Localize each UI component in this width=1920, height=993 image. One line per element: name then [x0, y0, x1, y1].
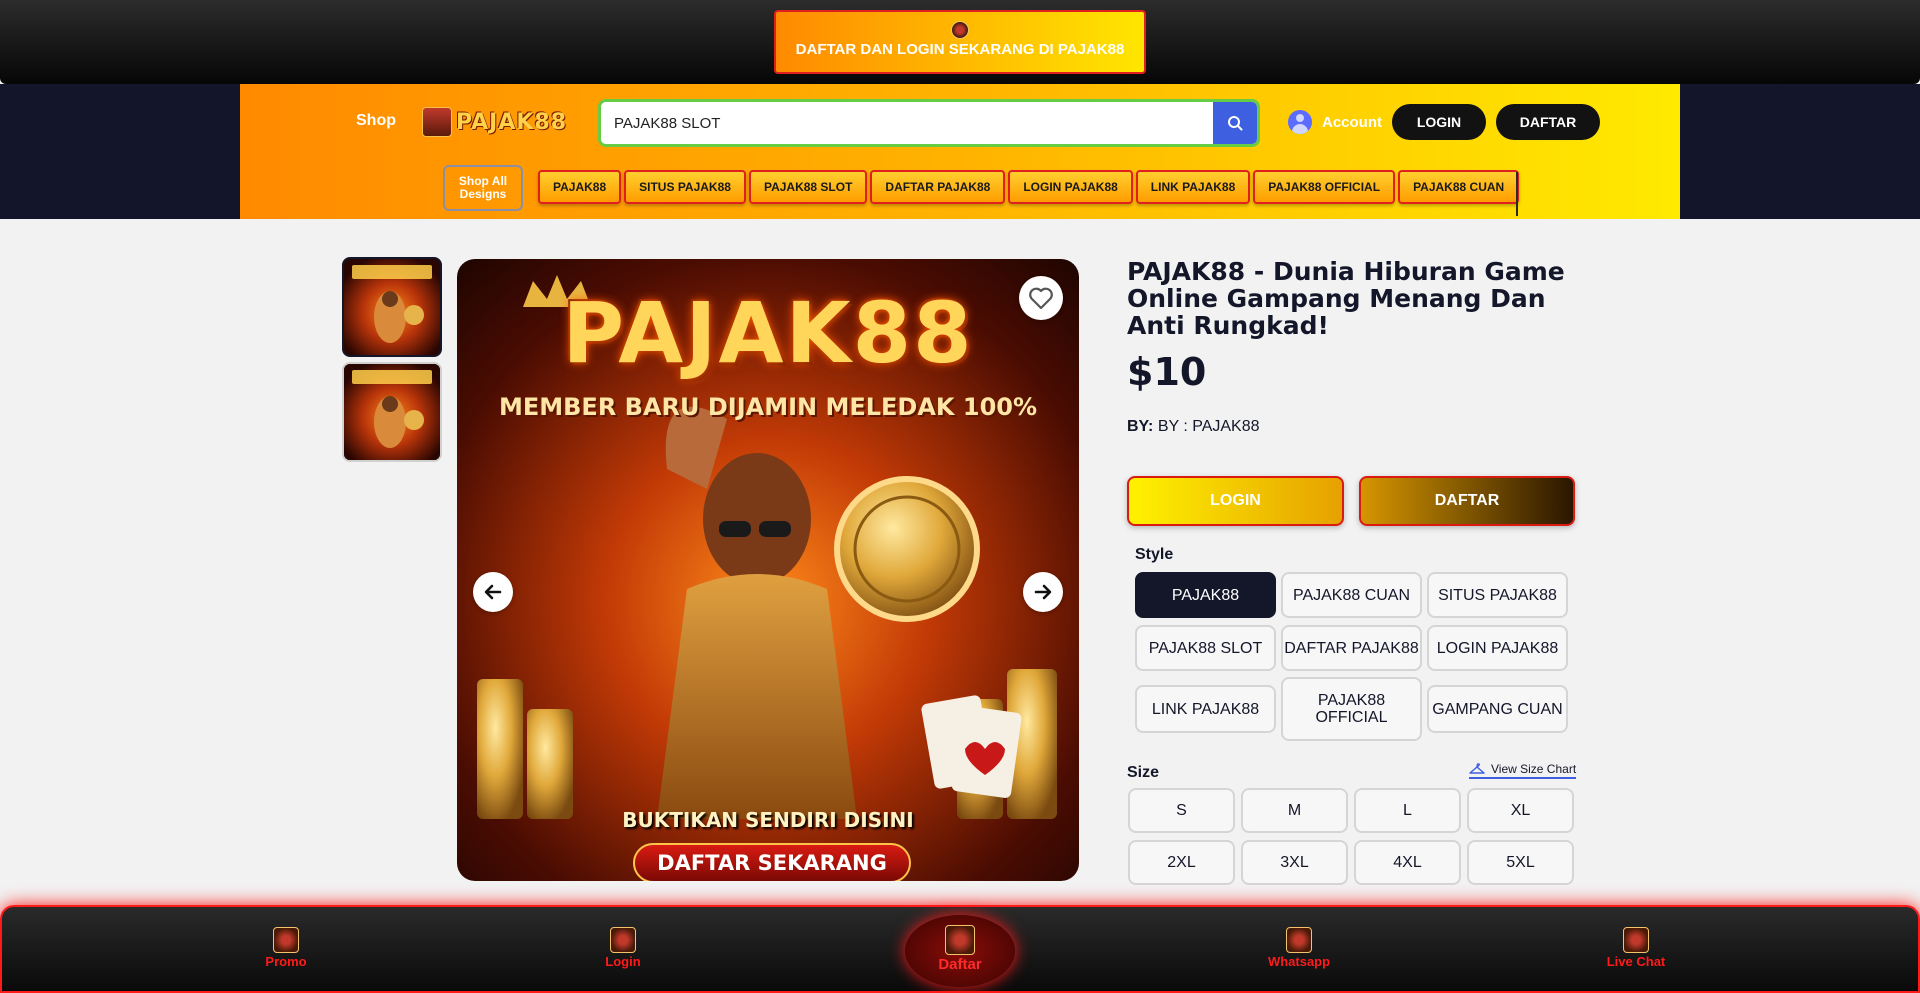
login-icon — [610, 927, 636, 953]
poster-cta: DAFTAR SEKARANG — [633, 843, 911, 881]
category-situs-pajak88[interactable]: SITUS PAJAK88 — [624, 170, 746, 204]
search-icon — [1228, 116, 1243, 131]
poster-bottom-text: BUKTIKAN SENDIRI DISINI — [622, 808, 914, 832]
byline-value: BY : PAJAK88 — [1157, 418, 1260, 435]
top-promo-text: DAFTAR DAN LOGIN SEKARANG DI PAJAK88 — [795, 41, 1125, 58]
account-label: Account — [1322, 113, 1382, 131]
bottom-nav-label: Login — [605, 954, 641, 969]
top-promo-banner[interactable]: DAFTAR DAN LOGIN SEKARANG DI PAJAK88 — [774, 10, 1146, 74]
site-header: Shop PAJAK88 Account LOGIN DAFTAR Shop A… — [240, 84, 1680, 219]
byline-label: BY: — [1127, 418, 1154, 435]
search-input[interactable] — [601, 102, 1213, 144]
style-option-gampang-cuan[interactable]: GAMPANG CUAN — [1427, 685, 1568, 733]
arrow-left-icon — [484, 584, 502, 600]
size-option-3xl[interactable]: 3XL — [1241, 840, 1348, 885]
category-link-pajak88[interactable]: LINK PAJAK88 — [1135, 170, 1251, 204]
bottom-nav-label: Whatsapp — [1267, 954, 1331, 969]
thumbnail-image — [344, 259, 440, 355]
category-pajak88-cuan[interactable]: PAJAK88 CUAN — [1398, 170, 1520, 204]
arrow-right-icon — [1034, 584, 1052, 600]
bottom-nav-daftar[interactable]: Daftar — [905, 915, 1015, 987]
category-pajak88[interactable]: PAJAK88 — [538, 170, 622, 204]
header-daftar-button[interactable]: DAFTAR — [1496, 104, 1600, 140]
bottom-nav-login[interactable]: Login — [573, 927, 673, 969]
product-byline: BY: BY : PAJAK88 — [1127, 418, 1260, 436]
size-option-5xl[interactable]: 5XL — [1467, 840, 1574, 885]
size-option-2xl[interactable]: 2XL — [1128, 840, 1235, 885]
product-title: PAJAK88 - Dunia Hiburan Game Online Gamp… — [1127, 257, 1565, 340]
daftar-icon — [945, 925, 975, 955]
shop-all-designs-button[interactable]: Shop All Designs — [443, 165, 523, 211]
style-option-situs-pajak88[interactable]: SITUS PAJAK88 — [1427, 572, 1568, 618]
brand-name: PAJAK88 — [456, 109, 568, 135]
category-divider — [1516, 172, 1518, 216]
brand-logo[interactable]: PAJAK88 — [422, 106, 572, 138]
pajak88-mascot-icon — [951, 21, 969, 39]
search-bar — [598, 99, 1260, 147]
favorite-button[interactable] — [1019, 276, 1063, 320]
category-pajak88-slot[interactable]: PAJAK88 SLOT — [748, 170, 868, 204]
category-nav: PAJAK88 SITUS PAJAK88 PAJAK88 SLOT DAFTA… — [538, 170, 1520, 204]
thumbnail-image — [344, 364, 440, 460]
bottom-nav-label: Daftar — [938, 956, 982, 973]
size-option-xl[interactable]: XL — [1467, 788, 1574, 833]
bottom-nav-label: Promo — [265, 954, 307, 969]
category-pajak88-official[interactable]: PAJAK88 OFFICIAL — [1253, 170, 1396, 204]
shop-link[interactable]: Shop — [356, 112, 396, 130]
style-option-login-pajak88[interactable]: LOGIN PAJAK88 — [1427, 625, 1568, 671]
view-size-chart-link[interactable]: View Size Chart — [1469, 762, 1577, 779]
poster-subtitle: MEMBER BARU DIJAMIN MELEDAK 100% — [498, 393, 1038, 421]
hanger-icon — [1469, 763, 1485, 774]
brand-mascot-icon — [422, 107, 452, 137]
size-label: Size — [1127, 764, 1160, 781]
bottom-nav-promo[interactable]: Promo — [236, 927, 336, 969]
login-cta-button[interactable]: LOGIN — [1127, 476, 1344, 526]
size-option-m[interactable]: M — [1241, 788, 1348, 833]
product-price: $10 — [1127, 350, 1207, 394]
category-daftar-pajak88[interactable]: DAFTAR PAJAK88 — [870, 170, 1006, 204]
bottom-nav-live-chat[interactable]: Live Chat — [1586, 927, 1686, 969]
header-login-button[interactable]: LOGIN — [1392, 104, 1486, 140]
category-login-pajak88[interactable]: LOGIN PAJAK88 — [1008, 170, 1133, 204]
style-option-daftar-pajak88[interactable]: DAFTAR PAJAK88 — [1281, 625, 1422, 671]
gallery-next-button[interactable] — [1023, 572, 1063, 612]
search-button[interactable] — [1213, 102, 1257, 144]
style-option-pajak88-cuan[interactable]: PAJAK88 CUAN — [1281, 572, 1422, 618]
style-option-pajak88-slot[interactable]: PAJAK88 SLOT — [1135, 625, 1276, 671]
size-option-l[interactable]: L — [1354, 788, 1461, 833]
size-option-s[interactable]: S — [1128, 788, 1235, 833]
bottom-nav-label: Live Chat — [1606, 954, 1666, 969]
style-option-pajak88-official[interactable]: PAJAK88 OFFICIAL — [1281, 677, 1422, 741]
account-link[interactable]: Account — [1288, 110, 1382, 134]
style-label: Style — [1135, 546, 1174, 563]
gallery-thumbnail-1[interactable] — [342, 257, 442, 357]
bottom-nav-whatsapp[interactable]: Whatsapp — [1249, 927, 1349, 969]
gallery-thumbnail-2[interactable] — [342, 362, 442, 462]
size-option-4xl[interactable]: 4XL — [1354, 840, 1461, 885]
daftar-cta-button[interactable]: DAFTAR — [1359, 476, 1575, 526]
poster-title: PAJAK88 — [562, 284, 974, 382]
user-avatar-icon — [1288, 110, 1312, 134]
product-main-image: PAJAK88 MEMBER BARU DIJAMIN MELEDAK 100%… — [457, 259, 1079, 881]
live-chat-icon — [1623, 927, 1649, 953]
whatsapp-icon — [1286, 927, 1312, 953]
size-chart-label: View Size Chart — [1491, 762, 1577, 776]
top-banner-bar: DAFTAR DAN LOGIN SEKARANG DI PAJAK88 — [0, 0, 1920, 84]
gallery-prev-button[interactable] — [473, 572, 513, 612]
promo-icon — [273, 927, 299, 953]
style-option-pajak88[interactable]: PAJAK88 — [1135, 572, 1276, 618]
heart-icon — [1029, 287, 1053, 310]
style-option-link-pajak88[interactable]: LINK PAJAK88 — [1135, 685, 1276, 733]
